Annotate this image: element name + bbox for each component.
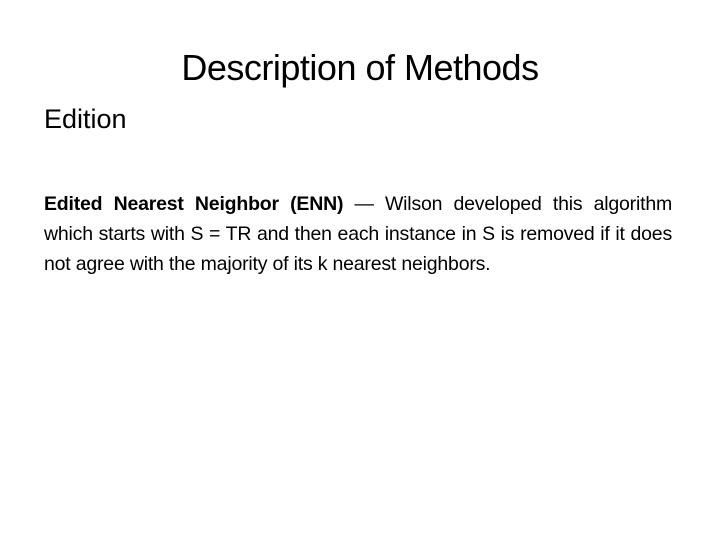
method-description: Edited Nearest Neighbor (ENN) — Wilson d…: [44, 189, 672, 279]
method-term: Edited Nearest Neighbor (ENN): [44, 193, 344, 215]
slide-subtitle: Edition: [44, 104, 127, 134]
slide-title: Description of Methods: [181, 47, 539, 88]
term-separator: —: [343, 193, 385, 215]
